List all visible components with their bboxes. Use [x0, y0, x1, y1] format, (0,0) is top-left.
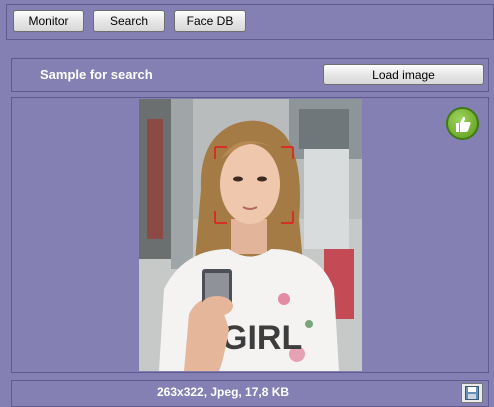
- thumbs-up-icon: [446, 107, 479, 140]
- load-image-button[interactable]: Load image: [323, 64, 484, 85]
- sample-title: Sample for search: [40, 67, 153, 82]
- search-button[interactable]: Search: [93, 10, 165, 32]
- face-db-button[interactable]: Face DB: [174, 10, 246, 32]
- monitor-button[interactable]: Monitor: [13, 10, 84, 32]
- save-icon[interactable]: [461, 383, 483, 403]
- sample-photo: GIRL: [139, 99, 362, 371]
- image-info: 263x322, Jpeg, 17,8 KB: [157, 385, 290, 399]
- shirt-text: GIRL: [221, 319, 302, 357]
